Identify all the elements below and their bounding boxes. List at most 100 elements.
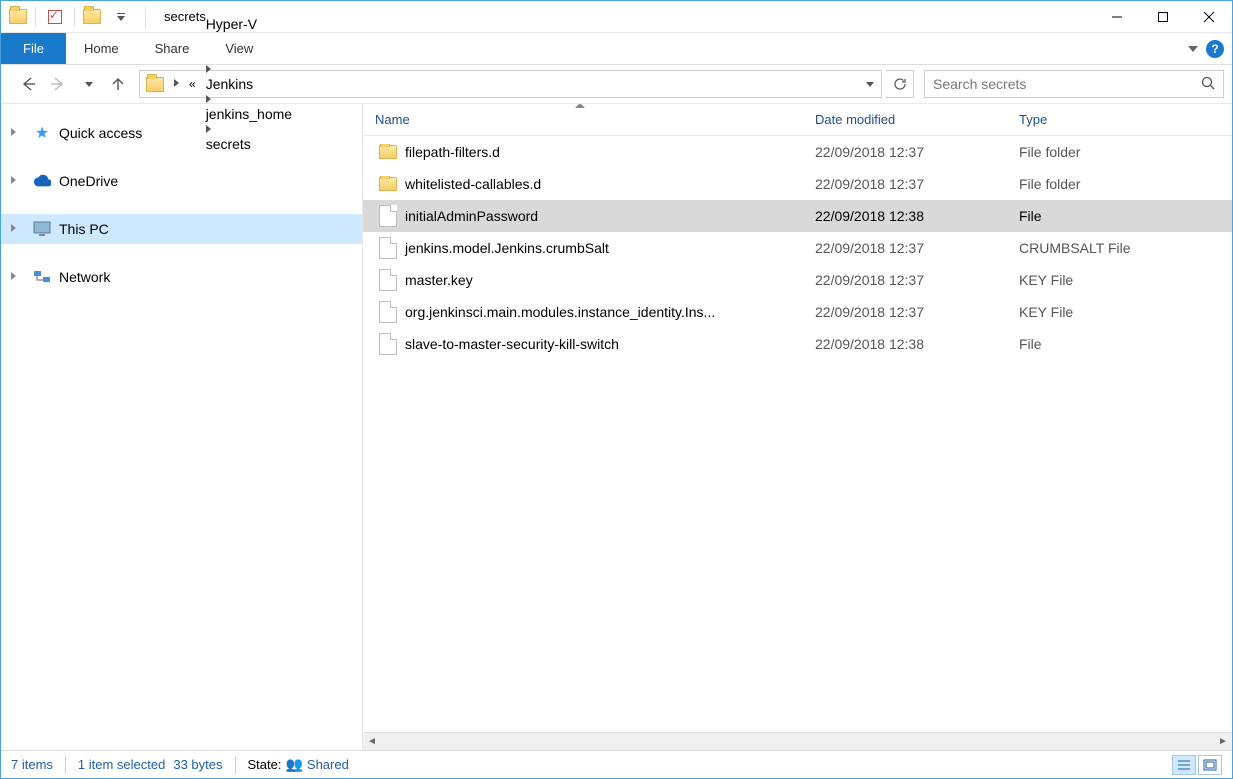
qat-customize-button[interactable] [109, 6, 131, 28]
file-icon [379, 301, 397, 323]
cloud-icon [33, 172, 51, 190]
file-list-pane: Name Date modified Type filepath-filters… [363, 104, 1232, 750]
search-input[interactable]: Search secrets [924, 70, 1224, 98]
nav-item[interactable]: ★Quick access [1, 118, 362, 148]
file-row[interactable]: initialAdminPassword22/09/2018 12:38File [363, 200, 1232, 232]
shared-icon: 👥 [285, 756, 302, 773]
file-type: KEY File [1007, 272, 1232, 288]
properties-icon [48, 10, 62, 24]
minimize-button[interactable] [1094, 2, 1140, 32]
chevron-down-icon [117, 13, 125, 21]
back-button[interactable] [15, 71, 41, 97]
file-name: master.key [405, 272, 473, 288]
file-icon [379, 269, 397, 291]
nav-item[interactable]: OneDrive [1, 166, 362, 196]
tab-view[interactable]: View [207, 33, 271, 64]
close-button[interactable] [1186, 2, 1232, 32]
file-name: whitelisted-callables.d [405, 176, 541, 192]
nav-item-label: This PC [59, 221, 109, 237]
nav-item[interactable]: This PC [1, 214, 362, 244]
quick-access-toolbar: secrets [1, 6, 206, 28]
details-view-button[interactable] [1172, 755, 1196, 775]
file-row[interactable]: filepath-filters.d22/09/2018 12:37File f… [363, 136, 1232, 168]
folder-icon [379, 145, 397, 159]
file-date: 22/09/2018 12:37 [803, 272, 1007, 288]
file-date: 22/09/2018 12:37 [803, 304, 1007, 320]
expand-icon[interactable] [11, 127, 25, 139]
properties-button[interactable] [44, 6, 66, 28]
file-row[interactable]: org.jenkinsci.main.modules.instance_iden… [363, 296, 1232, 328]
file-name: slave-to-master-security-kill-switch [405, 336, 619, 352]
ribbon-expand-button[interactable] [1188, 46, 1198, 52]
up-button[interactable] [105, 71, 131, 97]
navigation-toolbar: « Hyper-VVirtual Hard DisksJenkinsjenkin… [1, 65, 1232, 103]
tab-home[interactable]: Home [66, 33, 137, 64]
sort-indicator-icon [575, 104, 585, 108]
file-icon [379, 237, 397, 259]
search-placeholder: Search secrets [933, 76, 1026, 92]
address-bar[interactable]: « Hyper-VVirtual Hard DisksJenkinsjenkin… [139, 70, 882, 98]
file-icon [379, 205, 397, 227]
view-switcher [1172, 755, 1222, 775]
horizontal-scrollbar[interactable]: ◄ ► [363, 732, 1232, 750]
scroll-left-button[interactable]: ◄ [363, 733, 381, 751]
refresh-button[interactable] [886, 70, 914, 98]
file-row[interactable]: slave-to-master-security-kill-switch 22/0… [363, 328, 1232, 360]
file-row[interactable]: jenkins.model.Jenkins.crumbSalt22/09/201… [363, 232, 1232, 264]
file-row[interactable]: master.key 22/09/2018 12:37KEY File [363, 264, 1232, 296]
file-type: File [1007, 336, 1232, 352]
status-bar: 7 items 1 item selected 33 bytes State: … [1, 750, 1232, 778]
nav-item-label: OneDrive [59, 173, 118, 189]
file-row[interactable]: whitelisted-callables.d22/09/2018 12:37F… [363, 168, 1232, 200]
separator [145, 6, 146, 28]
breadcrumb-overflow[interactable]: « [183, 77, 202, 91]
status-state-value: Shared [307, 757, 349, 772]
nav-item-label: Network [59, 269, 110, 285]
help-button[interactable]: ? [1206, 40, 1224, 58]
file-type: File folder [1007, 176, 1232, 192]
status-item-count: 7 items [11, 757, 53, 772]
window-controls [1094, 2, 1232, 32]
file-date: 22/09/2018 12:38 [803, 336, 1007, 352]
expand-icon[interactable] [11, 175, 25, 187]
file-name: jenkins.model.Jenkins.crumbSalt [405, 240, 609, 256]
address-history-button[interactable] [859, 82, 881, 87]
breadcrumb-segment[interactable]: Jenkins [202, 76, 322, 92]
separator [65, 756, 66, 774]
file-date: 22/09/2018 12:37 [803, 144, 1007, 160]
file-name: initialAdminPassword [405, 208, 538, 224]
star-icon: ★ [33, 124, 51, 142]
column-header-date[interactable]: Date modified [803, 104, 1007, 135]
title-bar: secrets [1, 1, 1232, 33]
folder-icon [146, 77, 164, 92]
file-list[interactable]: filepath-filters.d22/09/2018 12:37File f… [363, 136, 1232, 732]
chevron-right-icon[interactable] [202, 64, 215, 76]
maximize-button[interactable] [1140, 2, 1186, 32]
monitor-icon [33, 220, 51, 238]
search-icon [1201, 76, 1215, 93]
column-headers: Name Date modified Type [363, 104, 1232, 136]
scroll-right-button[interactable]: ► [1214, 733, 1232, 751]
file-tab[interactable]: File [1, 33, 66, 64]
tab-share[interactable]: Share [137, 33, 208, 64]
chevron-right-icon[interactable] [170, 78, 183, 90]
forward-button[interactable] [45, 71, 71, 97]
file-type: File folder [1007, 144, 1232, 160]
thumbnails-view-button[interactable] [1198, 755, 1222, 775]
expand-icon[interactable] [11, 223, 25, 235]
breadcrumb-segment[interactable]: Hyper-V [202, 16, 322, 32]
column-header-type[interactable]: Type [1007, 104, 1232, 135]
nav-item[interactable]: Network [1, 262, 362, 292]
folder-icon [9, 9, 27, 24]
window-title: secrets [160, 9, 206, 24]
status-state-label: State: [248, 757, 282, 772]
recent-locations-button[interactable] [75, 71, 101, 97]
file-type: File [1007, 208, 1232, 224]
new-folder-icon[interactable] [83, 9, 101, 24]
navigation-pane: ★Quick access OneDrive This PC Network [1, 104, 363, 750]
column-header-name[interactable]: Name [363, 104, 803, 135]
main-content: ★Quick access OneDrive This PC Network Name… [1, 103, 1232, 750]
expand-icon[interactable] [11, 271, 25, 283]
status-size: 33 bytes [173, 757, 222, 772]
status-selection: 1 item selected [78, 757, 165, 772]
